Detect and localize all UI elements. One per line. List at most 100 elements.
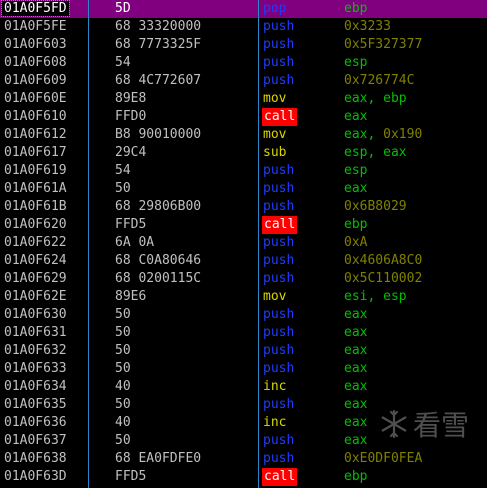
instruction-bytes: 68 EA0FDFE0 xyxy=(115,451,202,466)
instruction-row[interactable]: 01A0F61A 50 push eax xyxy=(0,180,487,198)
instruction-bytes: 29C4 xyxy=(115,145,147,160)
operand-separator: , xyxy=(367,145,384,160)
instruction-row[interactable]: 01A0F631 50 push eax xyxy=(0,324,487,342)
operand-register: eax xyxy=(344,325,368,340)
operand-register: eax xyxy=(344,127,368,142)
operand-register: esp xyxy=(344,163,368,178)
instruction-mnemonic: call xyxy=(262,216,298,234)
instruction-mnemonic: push xyxy=(263,433,295,448)
instruction-row[interactable]: 01A0F630 50 push eax xyxy=(0,306,487,324)
instruction-mnemonic: push xyxy=(263,163,295,178)
instruction-bytes: 89E6 xyxy=(115,289,147,304)
instruction-mnemonic: inc xyxy=(263,379,287,394)
instruction-row[interactable]: 01A0F634 40 inc eax xyxy=(0,378,487,396)
instruction-operands: 0xE0DF0FEA xyxy=(344,450,422,468)
instruction-address: 01A0F60E xyxy=(4,91,67,106)
instruction-operands: esp xyxy=(344,162,367,180)
instruction-mnemonic: push xyxy=(263,451,295,466)
instruction-mnemonic: push xyxy=(263,307,295,322)
column-separator-disassembly xyxy=(258,0,259,488)
instruction-operands: eax xyxy=(344,360,367,378)
instruction-row[interactable]: 01A0F612 B8 90010000 mov eax, 0x190 xyxy=(0,126,487,144)
instruction-row[interactable]: 01A0F632 50 push eax xyxy=(0,342,487,360)
operand-register: eax xyxy=(344,181,368,196)
operand-register: ebp xyxy=(344,217,368,232)
instruction-address: 01A0F620 xyxy=(4,217,67,232)
instruction-row[interactable]: 01A0F638 68 EA0FDFE0 push 0xE0DF0FEA xyxy=(0,450,487,468)
operand-register: eax xyxy=(344,415,368,430)
instruction-bytes: FFD0 xyxy=(115,109,147,124)
instruction-row[interactable]: 01A0F62E 89E6 mov esi, esp xyxy=(0,288,487,306)
instruction-mnemonic: pop xyxy=(263,1,287,16)
instruction-row[interactable]: 01A0F620 FFD5 call ebp xyxy=(0,216,487,234)
instruction-mnemonic: mov xyxy=(263,289,287,304)
instruction-bytes: 50 xyxy=(115,361,131,376)
instruction-mnemonic: push xyxy=(263,199,295,214)
operand-register: esp xyxy=(383,289,407,304)
instruction-mnemonic: mov xyxy=(263,127,287,142)
instruction-row[interactable]: 01A0F61B 68 29806B00 push 0x6B8029 xyxy=(0,198,487,216)
instruction-mnemonic: push xyxy=(263,397,295,412)
watermark: 看雪 xyxy=(379,404,469,444)
operand-immediate: 0xE0DF0FEA xyxy=(344,451,423,466)
instruction-address: 01A0F629 xyxy=(4,271,67,286)
instruction-row[interactable]: 01A0F60E 89E8 mov eax, ebp xyxy=(0,90,487,108)
instruction-mnemonic: call xyxy=(262,108,298,126)
operand-register: eax xyxy=(344,397,368,412)
instruction-row[interactable]: 01A0F63D FFD5 call ebp xyxy=(0,468,487,486)
instruction-bytes: 68 4C772607 xyxy=(115,73,202,88)
instruction-row[interactable]: 01A0F5FE 68 33320000 push 0x3233 xyxy=(0,18,487,36)
instruction-operands: esp xyxy=(344,54,367,72)
instruction-bytes: 40 xyxy=(115,379,131,394)
instruction-mnemonic: inc xyxy=(263,415,287,430)
instruction-address: 01A0F61B xyxy=(4,199,67,214)
instruction-row[interactable]: 01A0F633 50 push eax xyxy=(0,360,487,378)
instruction-row[interactable]: 01A0F603 68 7773325F push 0x5F327377 xyxy=(0,36,487,54)
instruction-row[interactable]: 01A0F608 54 push esp xyxy=(0,54,487,72)
instruction-address: 01A0F62E xyxy=(4,289,67,304)
instruction-bytes: 68 C0A80646 xyxy=(115,253,202,268)
instruction-operands: eax xyxy=(344,108,367,126)
instruction-address: 01A0F633 xyxy=(4,361,67,376)
instruction-bytes: 68 7773325F xyxy=(115,37,202,52)
instruction-operands: eax xyxy=(344,378,367,396)
instruction-address: 01A0F632 xyxy=(4,343,67,358)
instruction-address: 01A0F617 xyxy=(4,145,67,160)
instruction-bytes: 6A 0A xyxy=(115,235,155,250)
operand-register: eax xyxy=(344,433,368,448)
operand-immediate: 0x6B8029 xyxy=(344,199,407,214)
instruction-mnemonic: call xyxy=(262,468,298,486)
instruction-row[interactable]: 01A0F629 68 0200115C push 0x5C110002 xyxy=(0,270,487,288)
instruction-row[interactable]: 01A0F622 6A 0A push 0xA xyxy=(0,234,487,252)
operand-register: eax xyxy=(383,145,407,160)
instruction-row[interactable]: 01A0F619 54 push esp xyxy=(0,162,487,180)
instruction-row[interactable]: 01A0F609 68 4C772607 push 0x726774C xyxy=(0,72,487,90)
instruction-address: 01A0F609 xyxy=(4,73,67,88)
instruction-bytes: B8 90010000 xyxy=(115,127,202,142)
instruction-bytes: 50 xyxy=(115,433,131,448)
instruction-address: 01A0F619 xyxy=(4,163,67,178)
instruction-bytes: 89E8 xyxy=(115,91,147,106)
instruction-row[interactable]: 01A0F624 68 C0A80646 push 0x4606A8C0 xyxy=(0,252,487,270)
instruction-mnemonic: push xyxy=(263,235,295,250)
instruction-bytes: 50 xyxy=(115,307,131,322)
operand-immediate: 0x5C110002 xyxy=(344,271,423,286)
instruction-row[interactable]: 01A0F617 29C4 sub esp, eax xyxy=(0,144,487,162)
instruction-address: 01A0F610 xyxy=(4,109,67,124)
operand-register: ebp xyxy=(344,469,368,484)
instruction-row-selected[interactable]: 01A0F5FD 5D pop ebp xyxy=(0,0,487,18)
instruction-operands: eax, 0x190 xyxy=(344,126,422,144)
operand-separator: , xyxy=(367,289,384,304)
instruction-operands: eax xyxy=(344,396,367,414)
instruction-row[interactable]: 01A0F610 FFD0 call eax xyxy=(0,108,487,126)
instruction-mnemonic: push xyxy=(263,343,295,358)
operand-register: eax xyxy=(344,109,368,124)
instruction-operands: 0xA xyxy=(344,234,367,252)
instruction-address: 01A0F603 xyxy=(4,37,67,52)
snowflake-logo-icon xyxy=(381,409,407,439)
instruction-operands: 0x5C110002 xyxy=(344,270,422,288)
operand-immediate: 0x190 xyxy=(383,127,423,142)
instruction-bytes: 68 33320000 xyxy=(115,19,202,34)
instruction-bytes: 50 xyxy=(115,325,131,340)
operand-immediate: 0xA xyxy=(344,235,368,250)
